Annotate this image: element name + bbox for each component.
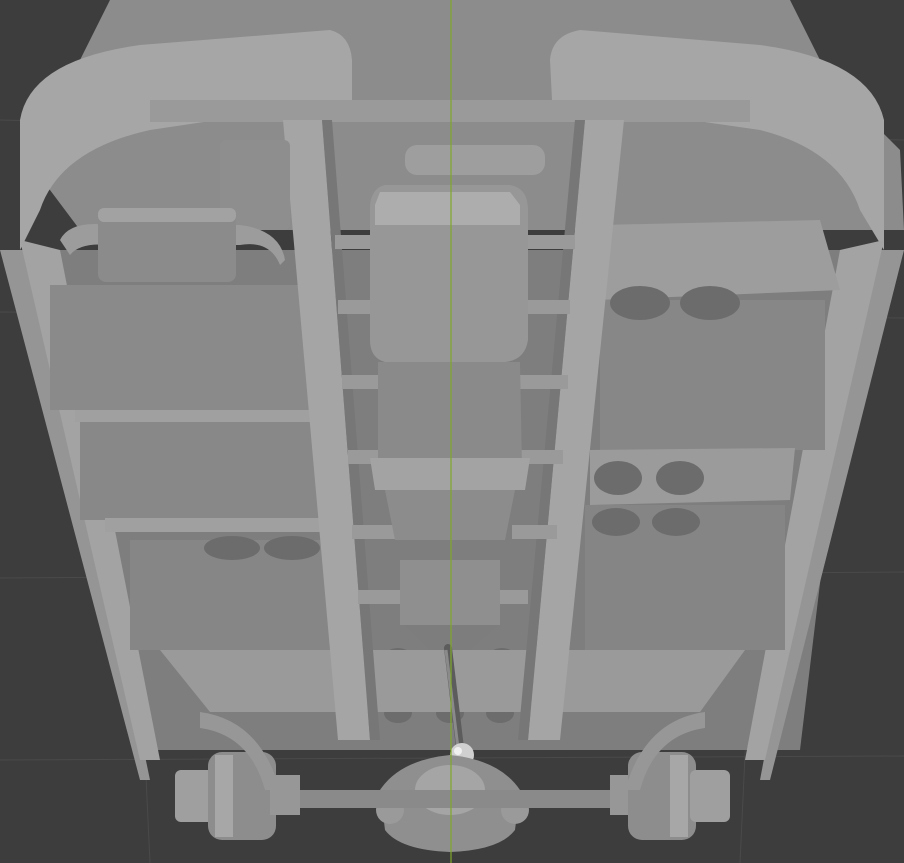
- viewport-canvas[interactable]: [0, 0, 904, 863]
- left-hub-ring: [215, 755, 233, 837]
- joint-highlight: [454, 747, 462, 755]
- left-panel-rib-1: [75, 410, 325, 422]
- muffler-top: [98, 208, 236, 222]
- transmission-housing: [378, 362, 522, 470]
- engine-top-cover: [405, 145, 545, 175]
- front-crossbeam: [150, 100, 750, 122]
- tailshaft-housing: [400, 560, 500, 625]
- right-hub-ring: [670, 755, 688, 837]
- engine-head-top: [375, 192, 520, 225]
- right-floor-panel-2: [600, 300, 825, 450]
- left-floor-panel-1: [50, 285, 310, 410]
- 3d-viewport[interactable]: [0, 0, 904, 863]
- right-hub-flange: [690, 770, 730, 822]
- left-panel-rib-2: [105, 518, 325, 532]
- rear-axle: [290, 790, 620, 808]
- transmission-band: [370, 458, 530, 490]
- left-floor-panel-2: [80, 422, 320, 520]
- bellhousing: [385, 490, 515, 540]
